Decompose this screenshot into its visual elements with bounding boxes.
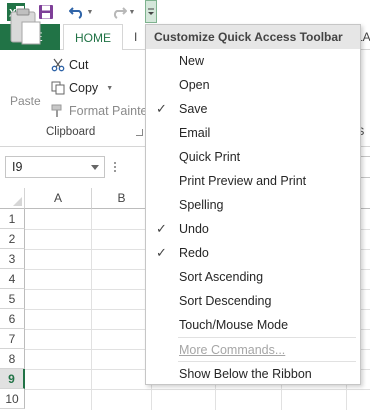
row-header-7[interactable]: 7 (0, 329, 25, 349)
redo-dropdown-icon: ▼ (128, 8, 136, 16)
row-header-4[interactable]: 4 (0, 269, 25, 289)
menu-item-label: Redo (179, 246, 209, 260)
menu-item-undo[interactable]: ✓ Undo (146, 217, 360, 241)
menu-item-label: Sort Ascending (179, 270, 264, 284)
name-box-value: I9 (12, 160, 23, 174)
paste-button[interactable] (6, 6, 44, 64)
menu-item-more-commands: More Commands... (146, 338, 360, 362)
menu-item-label: Sort Descending (179, 294, 272, 308)
paste-label[interactable]: Paste (10, 94, 41, 108)
menu-item-label: Save (179, 102, 208, 116)
grid-line (91, 209, 92, 410)
row-header-3[interactable]: 3 (0, 249, 25, 269)
tab-home[interactable]: HOME (63, 24, 123, 51)
row-header-5[interactable]: 5 (0, 289, 25, 309)
cut-button[interactable]: Cut (50, 55, 88, 75)
menu-title: Customize Quick Access Toolbar (146, 25, 360, 49)
menu-item-label: More Commands... (179, 343, 286, 357)
formula-bar-grip-icon[interactable] (113, 160, 117, 174)
copy-label: Copy (69, 81, 99, 95)
clipboard-group-label: Clipboard (46, 126, 96, 138)
row-header-1[interactable]: 1 (0, 209, 25, 229)
menu-item-label: Touch/Mouse Mode (179, 318, 289, 332)
paintbrush-icon (50, 103, 66, 119)
check-icon: ✓ (156, 101, 167, 116)
customize-qat-button[interactable] (145, 0, 157, 23)
copy-button[interactable]: Copy ▼ (50, 78, 113, 98)
row-header-10[interactable]: 10 (0, 389, 25, 409)
menu-item-email[interactable]: Email (146, 121, 360, 145)
menu-item-label: Show Below the Ribbon (179, 367, 312, 381)
menu-item-spelling[interactable]: Spelling (146, 193, 360, 217)
menu-item-redo[interactable]: ✓ Redo (146, 241, 360, 265)
menu-item-label: Print Preview and Print (179, 174, 307, 188)
clipboard-launcher-icon[interactable] (136, 129, 143, 136)
redo-icon: ▼ (108, 2, 138, 22)
menu-item-label: New (179, 54, 205, 68)
check-icon: ✓ (156, 245, 167, 260)
name-box[interactable]: I9 (5, 156, 105, 178)
undo-icon[interactable]: ▼ (66, 2, 96, 22)
column-header-a[interactable]: A (25, 188, 92, 209)
row-header-6[interactable]: 6 (0, 309, 25, 329)
customize-qat-menu: Customize Quick Access Toolbar New Open … (145, 24, 361, 385)
column-header-b[interactable]: B (92, 188, 152, 209)
menu-item-sort-descending[interactable]: Sort Descending (146, 289, 360, 313)
format-painter-button[interactable]: Format Painter (50, 101, 152, 121)
copy-icon (50, 80, 66, 96)
cut-label: Cut (69, 58, 89, 72)
paste-icon (10, 8, 41, 45)
select-all-button[interactable] (0, 188, 25, 209)
check-icon: ✓ (156, 221, 167, 236)
row-header-8[interactable]: 8 (0, 349, 25, 369)
scissors-icon (50, 57, 66, 73)
menu-item-touch-mouse-mode[interactable]: Touch/Mouse Mode (146, 313, 360, 337)
grid-line (25, 389, 370, 390)
copy-dropdown-icon[interactable]: ▼ (106, 85, 113, 92)
row-header-9[interactable]: 9 (0, 369, 25, 389)
tab-insert-partial[interactable]: I (134, 24, 144, 50)
menu-item-print-preview[interactable]: Print Preview and Print (146, 169, 360, 193)
menu-item-sort-ascending[interactable]: Sort Ascending (146, 265, 360, 289)
menu-item-quick-print[interactable]: Quick Print (146, 145, 360, 169)
menu-item-save[interactable]: ✓ Save (146, 97, 360, 121)
menu-item-label: Spelling (179, 198, 224, 212)
name-box-dropdown-icon[interactable] (91, 165, 99, 170)
quick-access-toolbar: X ▼ ▼ (0, 0, 370, 24)
row-header-2[interactable]: 2 (0, 229, 25, 249)
menu-item-label: Quick Print (179, 150, 241, 164)
menu-item-label: Undo (179, 222, 209, 236)
menu-item-new[interactable]: New (146, 49, 360, 73)
undo-dropdown-icon[interactable]: ▼ (87, 9, 94, 16)
menu-item-show-below-ribbon[interactable]: Show Below the Ribbon (146, 362, 360, 386)
menu-item-label: Open (179, 78, 210, 92)
format-painter-label: Format Painter (69, 104, 152, 118)
menu-item-label: Email (179, 126, 211, 140)
menu-item-open[interactable]: Open (146, 73, 360, 97)
